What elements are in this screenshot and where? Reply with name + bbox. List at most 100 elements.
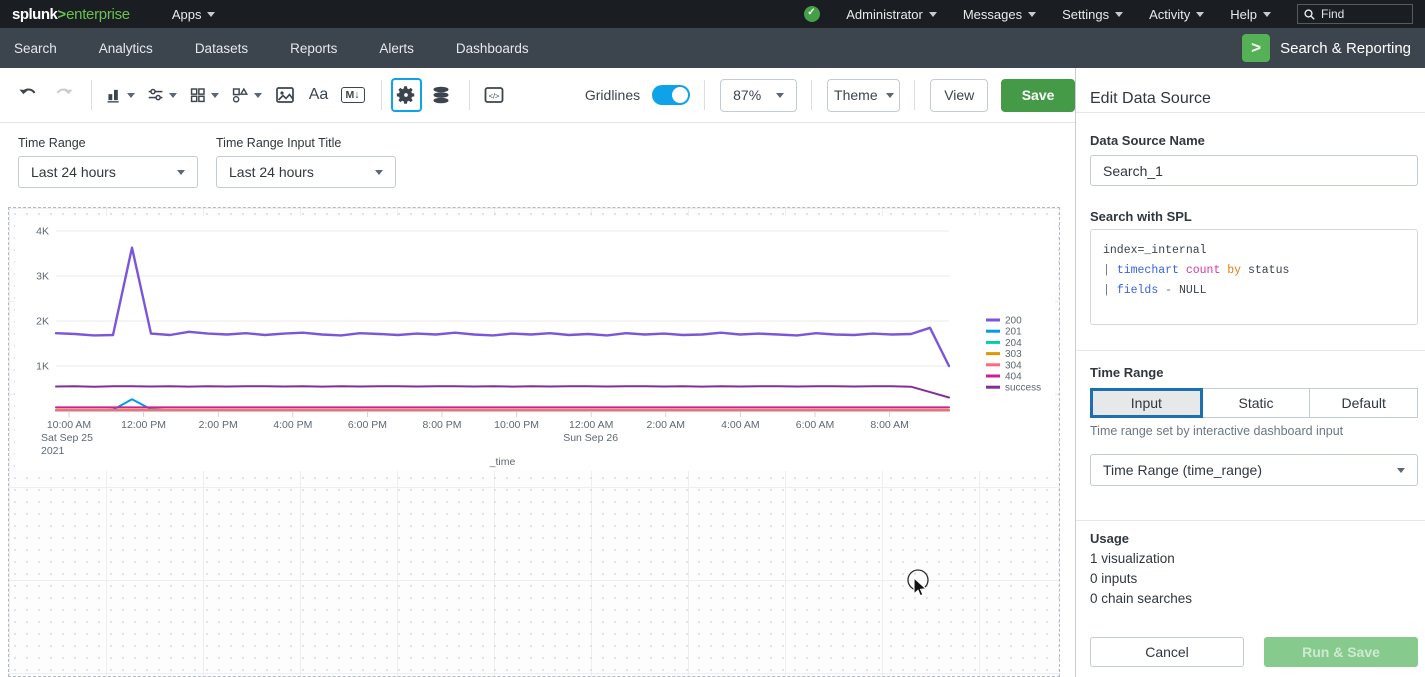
toolbar-separator (914, 80, 915, 110)
time-range-section-label: Time Range (1090, 365, 1163, 380)
time-range-title-dropdown[interactable]: Last 24 hours (216, 156, 396, 188)
svg-text:4:00 AM: 4:00 AM (721, 419, 760, 431)
add-chart-button[interactable] (101, 80, 139, 110)
svg-text:10:00 PM: 10:00 PM (494, 419, 539, 431)
panel-divider (1076, 350, 1425, 351)
chevron-down-icon (1115, 12, 1123, 17)
nav-alerts[interactable]: Alerts (379, 41, 414, 56)
find-search[interactable] (1297, 4, 1413, 24)
add-text-button[interactable]: Aa (304, 80, 334, 110)
chevron-down-icon (1397, 468, 1405, 473)
svg-text:2:00 AM: 2:00 AM (647, 419, 686, 431)
time-range-binding-dropdown[interactable]: Time Range (time_range) (1090, 454, 1418, 486)
usage-inputs: 0 inputs (1090, 571, 1137, 586)
svg-text:404: 404 (1005, 372, 1022, 383)
chevron-down-icon (776, 93, 784, 98)
mouse-cursor (902, 567, 942, 611)
nav-dashboards[interactable]: Dashboards (456, 41, 529, 56)
app-badge[interactable]: > Search & Reporting (1242, 34, 1411, 62)
shapes-icon (231, 85, 248, 105)
theme-dropdown[interactable]: Theme (827, 79, 900, 112)
line-chart-widget[interactable]: 1K2K3K4K10:00 AMSat Sep 25202112:00 PM2:… (15, 216, 1055, 471)
chevron-down-icon (177, 170, 185, 175)
data-source-name-label: Data Source Name (1090, 133, 1205, 148)
view-button[interactable]: View (930, 79, 988, 112)
search-icon (1304, 9, 1315, 20)
data-source-name-input[interactable] (1090, 155, 1418, 186)
undo-icon (18, 84, 40, 106)
toolbar-separator (811, 80, 812, 110)
messages-menu[interactable]: Messages (963, 7, 1036, 22)
tab-static[interactable]: Static (1203, 388, 1311, 418)
redo-button[interactable] (48, 80, 78, 110)
splunk-logo[interactable]: splunk>enterprise (12, 6, 130, 23)
svg-text:4:00 PM: 4:00 PM (273, 419, 312, 431)
apps-menu-label: Apps (172, 7, 202, 22)
dashboard-canvas[interactable]: 1K2K3K4K10:00 AMSat Sep 25202112:00 PM2:… (8, 207, 1060, 677)
messages-menu-label: Messages (963, 7, 1022, 22)
svg-text:2:00 PM: 2:00 PM (199, 419, 238, 431)
toggle-knob (672, 87, 688, 103)
svg-text:_time: _time (489, 456, 516, 468)
svg-text:12:00 PM: 12:00 PM (121, 419, 166, 431)
undo-button[interactable] (14, 80, 44, 110)
svg-text:Sun Sep 26: Sun Sep 26 (563, 432, 618, 444)
tab-default[interactable]: Default (1310, 388, 1418, 418)
chevron-down-icon (211, 93, 219, 98)
administrator-menu-label: Administrator (846, 7, 923, 22)
cancel-button[interactable]: Cancel (1090, 637, 1244, 667)
svg-text:3K: 3K (36, 271, 49, 283)
nav-reports[interactable]: Reports (290, 41, 337, 56)
nav-search[interactable]: Search (14, 41, 57, 56)
source-editor-button[interactable]: </> (479, 80, 509, 110)
settings-menu[interactable]: Settings (1062, 7, 1123, 22)
help-menu[interactable]: Help (1230, 7, 1271, 22)
chevron-down-icon (1028, 12, 1036, 17)
svg-text:Sat Sep 25: Sat Sep 25 (41, 432, 93, 444)
time-range-dropdown[interactable]: Last 24 hours (18, 156, 198, 188)
add-markdown-button[interactable]: M↓ (338, 80, 368, 110)
zoom-level-dropdown[interactable]: 87% (720, 79, 797, 112)
add-image-button[interactable] (270, 80, 300, 110)
data-sources-button[interactable] (426, 80, 456, 110)
time-range-helper-text: Time range set by interactive dashboard … (1090, 424, 1343, 438)
layout-grid-button[interactable] (185, 80, 223, 110)
image-icon (274, 84, 296, 106)
chevron-down-icon (254, 93, 262, 98)
logo-gt: > (57, 6, 66, 23)
usage-visualizations: 1 visualization (1090, 551, 1175, 566)
activity-menu[interactable]: Activity (1149, 7, 1204, 22)
configuration-panel-button[interactable] (391, 78, 422, 112)
app-nav-bar: Search Analytics Datasets Reports Alerts… (0, 28, 1425, 68)
gridlines-toggle[interactable] (652, 85, 690, 105)
tab-input[interactable]: Input (1090, 388, 1203, 418)
administrator-menu[interactable]: Administrator (846, 7, 937, 22)
health-check-icon[interactable] (804, 6, 820, 22)
add-shape-button[interactable] (227, 80, 265, 110)
time-range-dropdown-value: Last 24 hours (31, 164, 116, 180)
gear-icon (395, 84, 417, 106)
svg-text:6:00 AM: 6:00 AM (796, 419, 835, 431)
nav-analytics[interactable]: Analytics (99, 41, 153, 56)
spl-code-editor[interactable]: index=_internal| timechart count by stat… (1090, 229, 1418, 325)
svg-text:</>: </> (488, 92, 499, 101)
save-button[interactable]: Save (1001, 79, 1075, 112)
theme-label: Theme (834, 87, 878, 103)
nav-datasets[interactable]: Datasets (195, 41, 248, 56)
run-save-button[interactable]: Run & Save (1264, 637, 1418, 667)
grid-icon (189, 85, 206, 105)
svg-text:6:00 PM: 6:00 PM (348, 419, 387, 431)
edit-data-source-panel: Edit Data Source Data Source Name Search… (1075, 68, 1425, 677)
find-search-input[interactable] (1321, 7, 1401, 21)
redo-icon (52, 84, 74, 106)
svg-text:4K: 4K (36, 226, 49, 238)
apps-menu[interactable]: Apps (172, 7, 216, 22)
settings-menu-label: Settings (1062, 7, 1109, 22)
svg-text:10:00 AM: 10:00 AM (47, 419, 91, 431)
time-range-mode-tabs: Input Static Default (1090, 388, 1418, 418)
gridlines-label: Gridlines (585, 87, 640, 103)
chevron-down-icon (127, 93, 135, 98)
splunk-dashboard-editor: splunk>enterprise Apps Administrator Mes… (0, 0, 1425, 677)
add-input-button[interactable] (143, 80, 181, 110)
panel-title: Edit Data Source (1090, 90, 1211, 108)
